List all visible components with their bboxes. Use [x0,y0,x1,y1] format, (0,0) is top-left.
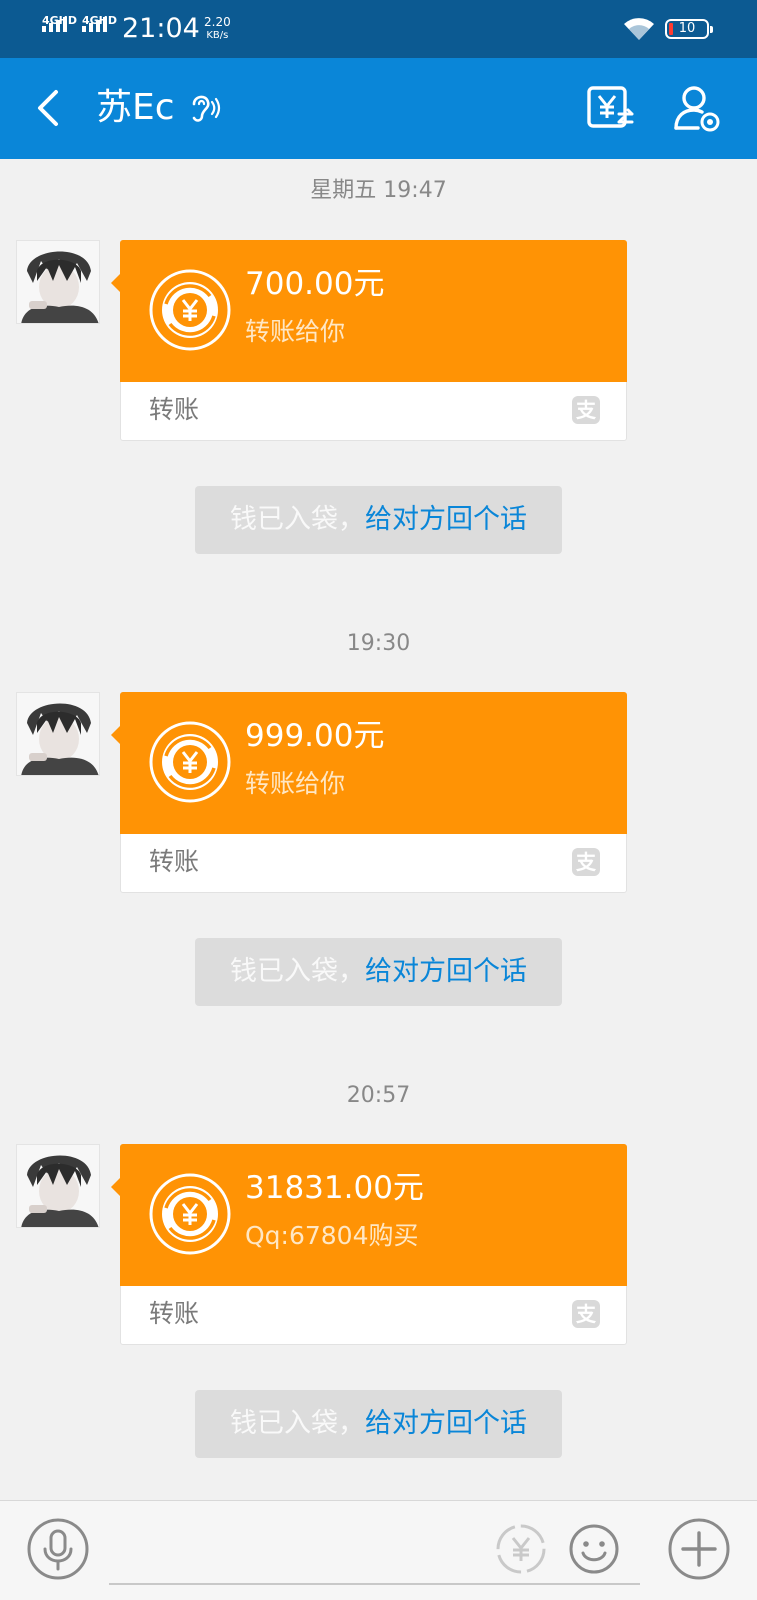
transfer-label: 转账 [149,395,200,424]
transfer-amount: 31831.00元 [245,1170,424,1206]
back-icon[interactable] [28,86,72,130]
profile-settings-icon[interactable] [672,84,722,134]
transfer-card[interactable]: 999.00元 转账给你 转账 支 [111,692,627,893]
plus-icon[interactable] [667,1517,731,1581]
transfer-memo: Qq:67804购买 [245,1221,419,1250]
alipay-icon: 支 [572,848,600,876]
avatar-image [17,693,99,775]
message-input[interactable] [109,1583,640,1585]
emoji-icon[interactable] [568,1523,620,1575]
transfer-card[interactable]: 700.00元 转账给你 转账 支 [111,240,627,441]
received-notice: 钱已入袋，给对方回个话 [195,486,562,554]
reply-link[interactable]: 给对方回个话 [365,504,527,535]
notice-text: 钱已入袋， [230,504,365,535]
transfer-icon[interactable] [585,84,635,134]
red-packet-icon[interactable] [495,1523,547,1575]
alipay-icon: 支 [572,396,600,424]
battery-level: 10 [678,21,696,36]
microphone-icon[interactable] [26,1517,90,1581]
ear-icon [192,95,221,122]
status-bar: 4GHD 4GHD 21:04 2.20 KB/s 10 [0,0,757,58]
status-clock: 21:04 [122,13,200,44]
avatar[interactable] [16,240,100,324]
message-timestamp: 星期五 19:47 [310,178,447,203]
battery-icon: 10 [665,19,713,39]
received-notice: 钱已入袋，给对方回个话 [195,1390,562,1458]
transfer-coin-icon [149,269,231,351]
reply-link[interactable]: 给对方回个话 [365,1408,527,1439]
avatar[interactable] [16,692,100,776]
transfer-card[interactable]: 31831.00元 Qq:67804购买 转账 支 [111,1144,627,1345]
transfer-memo: 转账给你 [245,769,346,798]
message-timestamp: 20:57 [346,1083,411,1108]
transfer-amount: 999.00元 [245,718,385,754]
notice-text: 钱已入袋， [230,1408,365,1439]
reply-link[interactable]: 给对方回个话 [365,956,527,987]
transfer-memo: 转账给你 [245,317,346,346]
wifi-icon [624,18,654,40]
avatar-image [17,1145,99,1227]
alipay-icon: 支 [572,1300,600,1328]
transfer-label: 转账 [149,847,200,876]
chat-header: 苏Ec [0,58,757,159]
transfer-coin-icon [149,1173,231,1255]
message-timestamp: 19:30 [346,631,411,656]
transfer-coin-icon [149,721,231,803]
received-notice: 钱已入袋，给对方回个话 [195,938,562,1006]
notice-text: 钱已入袋， [230,956,365,987]
speed-unit: KB/s [206,30,229,41]
transfer-amount: 700.00元 [245,266,385,302]
contact-name[interactable]: 苏Ec [96,86,175,130]
input-bar [0,1500,757,1600]
network-speed: 2.20 KB/s [204,15,231,43]
transfer-label: 转账 [149,1299,200,1328]
avatar-image [17,241,99,323]
speed-value: 2.20 [204,15,231,29]
avatar[interactable] [16,1144,100,1228]
